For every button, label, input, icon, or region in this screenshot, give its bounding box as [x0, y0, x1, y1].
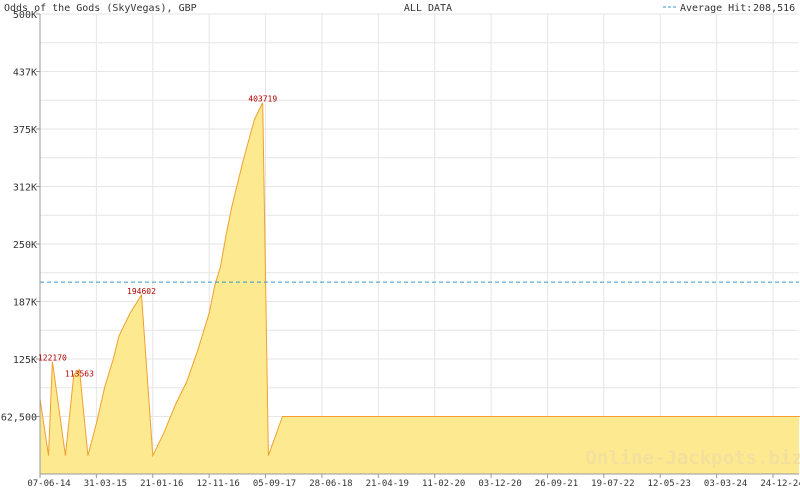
x-tick-label: 21-01-16	[140, 479, 183, 489]
x-tick-label: 03-03-24	[704, 479, 747, 489]
series-line	[39, 102, 800, 458]
x-tick-label: 11-02-20	[422, 479, 465, 489]
x-tick-label: 19-07-22	[591, 479, 634, 489]
y-tick-label: 312K	[13, 183, 37, 194]
peak-label: 403719	[248, 95, 277, 104]
chart-root: 62,500125K187K250K312K375K437K500K 07-06…	[1, 3, 800, 489]
x-tick-label: 31-03-15	[84, 479, 127, 489]
peak-label: 194602	[127, 287, 156, 296]
x-tick-label: 24-12-24	[760, 479, 800, 489]
x-tick-label: 12-11-16	[196, 479, 239, 489]
x-tick-label: 05-09-17	[253, 479, 296, 489]
grid	[39, 13, 799, 475]
x-tick-labels: 07-06-14 31-03-15 21-01-16 12-11-16 05-09-17…	[27, 474, 800, 489]
y-tick-label: 250K	[13, 240, 37, 251]
x-tick-label: 12-05-23	[648, 479, 691, 489]
legend: Average Hit: 208,516	[663, 3, 795, 14]
y-tick-label: 187K	[13, 298, 37, 309]
watermark: Online-Jackpots.biz	[585, 447, 800, 469]
x-tick-label: 03-12-20	[478, 479, 521, 489]
legend-average-value: 208,516	[753, 3, 795, 14]
y-tick-label: 375K	[13, 125, 37, 136]
x-tick-label: 21-04-19	[366, 479, 409, 489]
y-tick-label: 437K	[13, 68, 37, 79]
chart-subtitle: ALL DATA	[404, 3, 452, 14]
y-tick-labels: 62,500125K187K250K312K375K437K500K	[1, 10, 40, 424]
y-tick-label: 62,500	[1, 413, 37, 424]
x-tick-label: 07-06-14	[27, 479, 70, 489]
peak-label: 122170	[38, 354, 67, 363]
legend-average-label: Average Hit:	[680, 3, 752, 14]
x-tick-label: 28-06-18	[309, 479, 352, 489]
peak-label: 113563	[65, 370, 94, 379]
x-tick-label: 26-09-21	[535, 479, 578, 489]
chart-title: Odds of the Gods (SkyVegas), GBP	[4, 3, 197, 14]
y-tick-label: 125K	[13, 355, 37, 366]
